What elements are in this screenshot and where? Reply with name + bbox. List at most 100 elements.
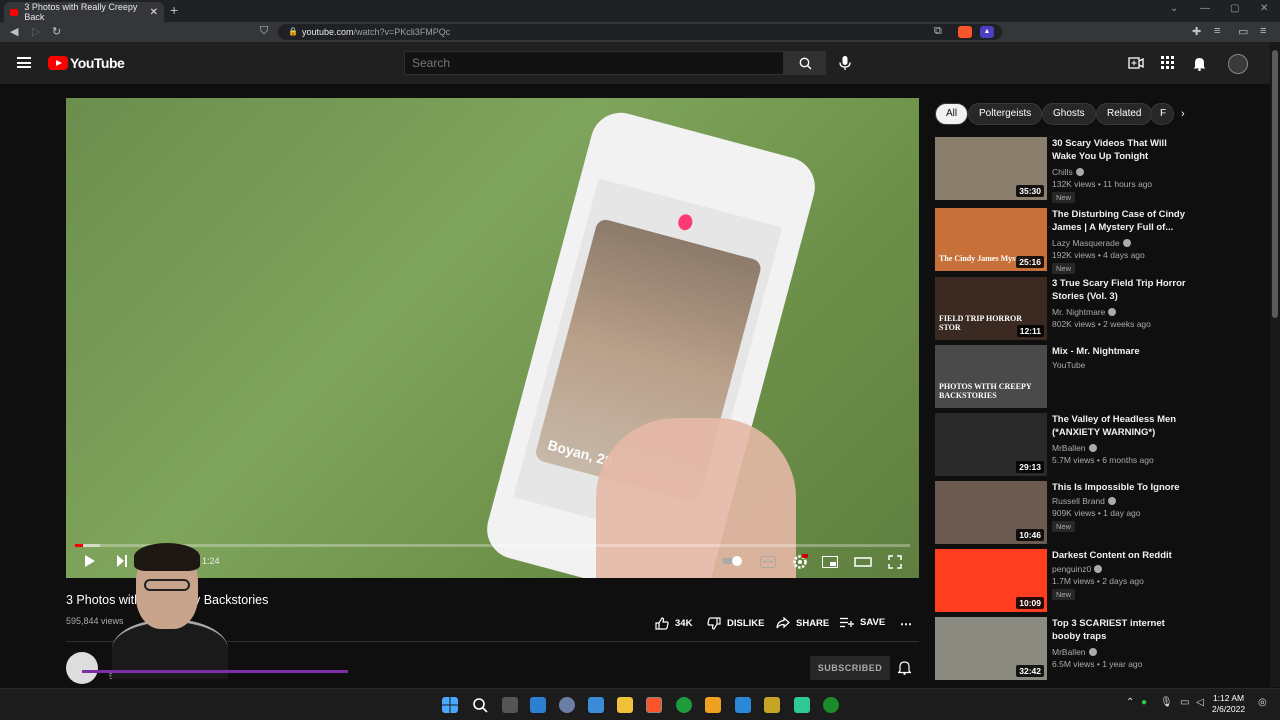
video-title-link[interactable]: Top 3 SCARIEST internet booby traps (1052, 617, 1192, 643)
wallet-icon[interactable]: ▭ (1238, 25, 1248, 38)
window-close-icon[interactable]: ✕ (1260, 3, 1268, 14)
chip-related[interactable]: Related (1096, 103, 1153, 125)
search-input[interactable] (404, 51, 784, 75)
settings-app-icon[interactable] (559, 697, 575, 713)
channel-name-row[interactable]: Mr. Nightmare (1052, 307, 1117, 317)
windows-start-icon[interactable] (442, 697, 458, 713)
task-view-icon[interactable] (502, 697, 518, 713)
recommended-video[interactable]: 29:13 The Valley of Headless Men (*ANXIET… (935, 413, 1195, 477)
video-thumbnail[interactable]: FIELD TRIP HORROR STOR 12:11 (935, 277, 1047, 340)
channel-name-row[interactable]: Russell Brand (1052, 496, 1116, 506)
app-icon-green[interactable] (794, 697, 810, 713)
video-title-link[interactable]: 3 True Scary Field Trip Horror Stories (… (1052, 277, 1192, 303)
like-button[interactable]: 34K (655, 617, 692, 630)
tab-close-icon[interactable]: ✕ (150, 7, 158, 18)
settings-gear-icon[interactable] (792, 554, 808, 570)
recommended-video[interactable]: 10:46 This Is Impossible To Ignore Russell… (935, 481, 1195, 545)
recommended-video[interactable]: The Cindy James Mystery 25:16 The Disturbi… (935, 208, 1195, 274)
minimize-icon[interactable]: — (1200, 3, 1210, 14)
recommended-video[interactable]: 35:30 30 Scary Videos That Will Wake You … (935, 137, 1195, 203)
brave-rewards-icon[interactable]: ▲ (980, 26, 994, 38)
save-button[interactable]: SAVE (840, 617, 885, 628)
recommended-video[interactable]: PHOTOS WITH CREEPY BACKSTORIES Mix - Mr. … (935, 345, 1195, 409)
subtitles-icon[interactable] (760, 556, 776, 568)
account-avatar[interactable] (1228, 54, 1248, 74)
video-thumbnail[interactable]: PHOTOS WITH CREEPY BACKSTORIES (935, 345, 1047, 408)
browser-menu-icon[interactable]: ≡ (1260, 25, 1266, 37)
apps-grid-icon[interactable] (1161, 56, 1174, 69)
theater-mode-icon[interactable] (854, 557, 872, 567)
video-title-link[interactable]: 30 Scary Videos That Will Wake You Up To… (1052, 137, 1192, 163)
video-title-link[interactable]: Darkest Content on Reddit (1052, 549, 1192, 562)
photos-app-icon[interactable] (588, 697, 604, 713)
chip-partial[interactable]: F (1150, 103, 1174, 125)
xbox-icon[interactable] (676, 697, 692, 713)
video-title-link[interactable]: The Valley of Headless Men (*ANXIETY WAR… (1052, 413, 1192, 439)
media-queue-icon[interactable]: ≡ (1214, 25, 1220, 37)
channel-name-row[interactable]: MrBallen (1052, 647, 1097, 657)
vscode-icon[interactable] (735, 697, 751, 713)
chip-ghosts[interactable]: Ghosts (1042, 103, 1096, 125)
video-title-link[interactable]: This Is Impossible To Ignore (1052, 481, 1192, 494)
video-thumbnail[interactable]: 35:30 (935, 137, 1047, 200)
back-icon[interactable]: ◀ (10, 25, 18, 38)
brave-browser-icon[interactable] (646, 697, 662, 713)
browser-tab[interactable]: 3 Photos with Really Creepy Back ✕ (4, 2, 164, 22)
more-actions-icon[interactable]: ⋯ (900, 617, 912, 631)
hamburger-menu-icon[interactable] (17, 57, 31, 68)
address-bar[interactable]: 🔒 youtube.com/watch?v=PKcli3FMPQc (278, 24, 1002, 40)
video-thumbnail[interactable]: The Cindy James Mystery 25:16 (935, 208, 1047, 271)
channel-avatar[interactable] (66, 652, 98, 684)
video-thumbnail[interactable]: 10:09 (935, 549, 1047, 612)
play-icon[interactable] (84, 554, 96, 568)
video-thumbnail[interactable]: 32:42 (935, 617, 1047, 680)
forward-icon[interactable]: ▷ (32, 25, 40, 38)
network-icon[interactable]: ▭ (1180, 697, 1189, 708)
recommended-video[interactable]: FIELD TRIP HORROR STOR 12:11 3 True Scary … (935, 277, 1195, 341)
channel-name-row[interactable]: Chills (1052, 167, 1084, 177)
tray-overflow-icon[interactable]: ⌃ (1126, 697, 1134, 708)
microphone-tray-icon[interactable]: 🎙 (1160, 697, 1173, 708)
volume-icon[interactable]: ◁ (1196, 697, 1204, 708)
scrollbar-thumb[interactable] (1272, 50, 1278, 318)
channel-notifications-bell-icon[interactable] (898, 660, 911, 675)
app-icon-hex[interactable] (705, 697, 721, 713)
subscribed-button[interactable]: SUBSCRIBED (810, 656, 890, 680)
video-title-link[interactable]: The Disturbing Case of Cindy James | A M… (1052, 208, 1192, 234)
channel-name-row[interactable]: YouTube (1052, 360, 1085, 370)
app-icon-shield[interactable] (764, 697, 780, 713)
share-button[interactable]: SHARE (776, 617, 829, 629)
bookmark-icon[interactable]: ⛉ (260, 25, 268, 38)
autoplay-toggle-icon[interactable] (722, 556, 744, 566)
widgets-icon[interactable] (530, 697, 546, 713)
fullscreen-icon[interactable] (888, 555, 902, 569)
video-player[interactable]: Boyan, 28 1:24 (66, 98, 919, 578)
brave-shield-icon[interactable] (958, 26, 972, 38)
chevron-right-icon[interactable]: › (1181, 108, 1185, 120)
tray-app-icon[interactable]: ● (1141, 697, 1147, 708)
miniplayer-icon[interactable] (822, 556, 838, 568)
video-title-link[interactable]: Mix - Mr. Nightmare (1052, 345, 1192, 358)
channel-name-row[interactable]: Lazy Masquerade (1052, 238, 1131, 248)
create-video-icon[interactable] (1128, 56, 1144, 70)
open-in-app-icon[interactable]: ⧉ (934, 25, 942, 38)
extensions-icon[interactable]: ✚ (1192, 25, 1201, 38)
video-thumbnail[interactable]: 10:46 (935, 481, 1047, 544)
recommended-video[interactable]: 32:42 Top 3 SCARIEST internet booby traps… (935, 617, 1195, 681)
reload-icon[interactable]: ↻ (52, 25, 61, 38)
scrollbar[interactable] (1270, 42, 1280, 687)
search-button[interactable] (784, 51, 826, 75)
notifications-bell-icon[interactable] (1193, 56, 1206, 71)
notifications-tray-icon[interactable]: ◎ (1258, 697, 1267, 708)
chip-poltergeists[interactable]: Poltergeists (968, 103, 1043, 125)
chip-all[interactable]: All (935, 103, 969, 125)
maximize-icon[interactable]: ▢ (1230, 3, 1239, 14)
channel-name-row[interactable]: penguinz0 (1052, 564, 1103, 574)
video-thumbnail[interactable]: 29:13 (935, 413, 1047, 476)
tab-search-icon[interactable]: ⌄ (1170, 3, 1178, 14)
app-icon-dark-green[interactable] (823, 697, 839, 713)
youtube-logo[interactable]: YouTube (48, 55, 125, 71)
file-explorer-icon[interactable] (617, 697, 633, 713)
channel-name-row[interactable]: MrBallen (1052, 443, 1097, 453)
search-taskbar-icon[interactable] (472, 697, 488, 713)
